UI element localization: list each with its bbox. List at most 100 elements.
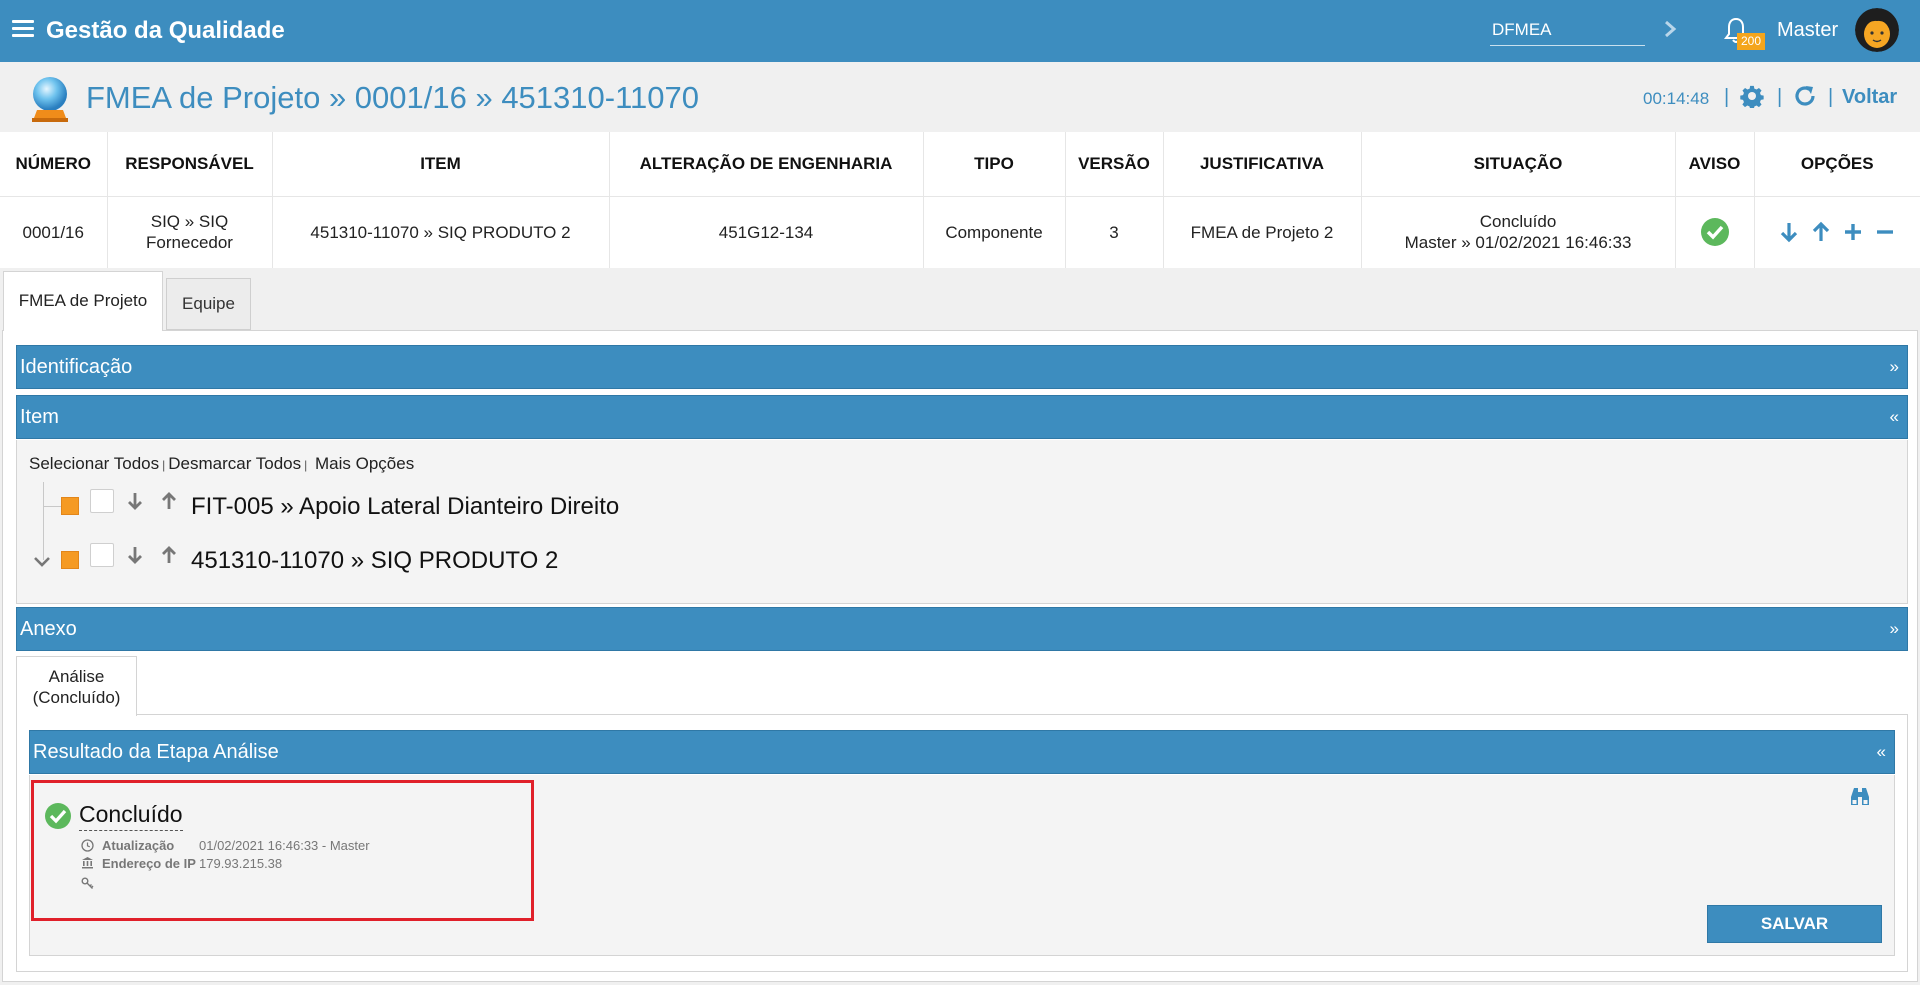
tab-fmea-de-projeto[interactable]: FMEA de Projeto xyxy=(3,271,163,331)
arrow-up-icon[interactable] xyxy=(1808,219,1834,245)
bank-icon xyxy=(82,857,93,869)
ip-value: 179.93.215.38 xyxy=(199,856,283,871)
column-header: ALTERAÇÃO DE ENGENHARIA xyxy=(609,132,924,197)
user-name[interactable]: Master xyxy=(1777,19,1838,42)
separator: | xyxy=(162,458,166,472)
app-title: Gestão da Qualidade xyxy=(46,17,285,44)
cell-tipo: Componente xyxy=(923,196,1066,268)
chevron-right-icon[interactable] xyxy=(1660,17,1680,41)
section-resultado[interactable]: Resultado da Etapa Análise « xyxy=(29,730,1895,774)
cell-aviso xyxy=(1675,196,1755,268)
arrow-down-icon[interactable] xyxy=(124,544,146,566)
hamburger-menu-icon[interactable] xyxy=(12,20,34,38)
clock-icon xyxy=(81,839,94,852)
responsavel-line: SIQ » SIQ xyxy=(150,212,229,232)
back-link[interactable]: Voltar xyxy=(1842,86,1897,109)
table-header-row: NÚMERO RESPONSÁVEL ITEM ALTERAÇÃO DE ENG… xyxy=(0,132,1920,197)
separator: | xyxy=(1828,86,1834,108)
section-title: Item xyxy=(20,406,59,428)
table-row: 0001/16 SIQ » SIQ Fornecedor 451310-11070… xyxy=(0,196,1920,268)
fmea-info-table: NÚMERO RESPONSÁVEL ITEM ALTERAÇÃO DE ENG… xyxy=(0,132,1920,268)
minus-icon[interactable] xyxy=(1872,219,1898,245)
update-value: 01/02/2021 16:46:33 - Master xyxy=(199,838,370,853)
cell-opcoes xyxy=(1754,196,1920,268)
section-item[interactable]: Item « xyxy=(16,395,1908,439)
collapse-icon[interactable]: « xyxy=(1877,731,1886,773)
section-anexo[interactable]: Anexo » xyxy=(16,607,1908,651)
tree-item-checkbox[interactable] xyxy=(90,543,114,567)
section-title: Resultado da Etapa Análise xyxy=(33,741,279,763)
page-header: FMEA de Projeto » 0001/16 » 451310-11070… xyxy=(0,62,1920,132)
item-actions: Selecionar Todos | Desmarcar Todos | Mais O… xyxy=(29,454,414,474)
plus-icon[interactable] xyxy=(1840,219,1866,245)
cell-alteracao: 451G12-134 xyxy=(609,196,924,268)
deselect-all-link[interactable]: Desmarcar Todos xyxy=(168,454,301,473)
column-header: JUSTIFICATIVA xyxy=(1163,132,1362,197)
arrow-down-icon[interactable] xyxy=(124,490,146,512)
collapse-icon[interactable]: « xyxy=(1890,396,1899,438)
select-all-link[interactable]: Selecionar Todos xyxy=(29,454,159,473)
chevron-down-icon[interactable] xyxy=(32,555,52,569)
status-text[interactable]: Concluído xyxy=(79,801,183,831)
tab-label: (Concluído) xyxy=(32,688,121,707)
ip-label-text: Endereço de IP xyxy=(102,856,196,871)
cell-situacao: Concluído Master » 01/02/2021 16:46:33 xyxy=(1361,196,1676,268)
tree-connector xyxy=(43,506,61,507)
separator: | xyxy=(1724,86,1730,108)
session-timer: 00:14:48 xyxy=(1643,89,1710,108)
column-header: TIPO xyxy=(923,132,1066,197)
notification-badge: 200 xyxy=(1737,33,1765,50)
separator: | xyxy=(1777,86,1783,108)
binoculars-icon[interactable] xyxy=(1848,785,1872,807)
cell-responsavel: SIQ » SIQ Fornecedor xyxy=(107,196,273,268)
refresh-icon[interactable] xyxy=(1793,84,1817,108)
column-header: SITUAÇÃO xyxy=(1361,132,1676,197)
ip-label: Endereço de IP xyxy=(102,856,196,871)
section-identificacao[interactable]: Identificação » xyxy=(16,345,1908,389)
cell-numero: 0001/16 xyxy=(0,196,108,268)
column-header: ITEM xyxy=(272,132,610,197)
key-icon xyxy=(81,877,94,889)
responsavel-line: Fornecedor xyxy=(146,233,233,253)
tree-node-icon xyxy=(61,551,79,569)
expand-icon[interactable]: » xyxy=(1890,346,1899,388)
column-header: OPÇÕES xyxy=(1754,132,1920,197)
more-options-link[interactable]: Mais Opções xyxy=(315,454,414,473)
arrow-up-icon[interactable] xyxy=(158,490,180,512)
tree-node-icon xyxy=(61,497,79,515)
arrow-down-icon[interactable] xyxy=(1776,219,1802,245)
expand-icon[interactable]: » xyxy=(1890,608,1899,650)
tree-item-checkbox[interactable] xyxy=(90,489,114,513)
update-label-text: Atualização xyxy=(102,838,175,853)
situacao-status: Concluído xyxy=(1479,212,1557,232)
column-header: RESPONSÁVEL xyxy=(107,132,273,197)
cell-item: 451310-11070 » SIQ PRODUTO 2 xyxy=(272,196,610,268)
tree-connector xyxy=(43,482,44,560)
update-label: Atualização xyxy=(102,838,174,853)
page-title: FMEA de Projeto » 0001/16 » 451310-11070 xyxy=(86,80,699,115)
column-header: AVISO xyxy=(1675,132,1755,197)
arrow-up-icon[interactable] xyxy=(158,544,180,566)
tree-item-label[interactable]: FIT-005 » Apoio Lateral Dianteiro Direit… xyxy=(191,493,619,521)
column-header: NÚMERO xyxy=(0,132,108,197)
gear-icon[interactable] xyxy=(1740,84,1764,108)
save-button[interactable]: SALVAR xyxy=(1707,905,1882,943)
section-title: Identificação xyxy=(20,356,133,378)
item-panel: Selecionar Todos | Desmarcar Todos | Mais O… xyxy=(16,440,1908,604)
situacao-detail: Master » 01/02/2021 16:46:33 xyxy=(1404,233,1632,253)
module-search-input[interactable] xyxy=(1490,14,1645,46)
tab-equipe[interactable]: Equipe xyxy=(166,278,251,330)
tab-label: Análise xyxy=(48,667,105,686)
check-circle-icon xyxy=(1700,218,1729,247)
avatar[interactable] xyxy=(1855,8,1899,52)
separator: | xyxy=(304,458,308,472)
crystal-ball-icon xyxy=(32,77,68,122)
check-circle-icon xyxy=(45,803,71,829)
tree-item-label[interactable]: 451310-11070 » SIQ PRODUTO 2 xyxy=(191,547,558,575)
tab-analise[interactable]: Análise (Concluído) xyxy=(16,656,137,716)
top-bar: Gestão da Qualidade 200 Master xyxy=(0,0,1920,62)
section-title: Anexo xyxy=(20,618,77,640)
cell-versao: 3 xyxy=(1065,196,1164,268)
column-header: VERSÃO xyxy=(1065,132,1164,197)
cell-justificativa: FMEA de Projeto 2 xyxy=(1163,196,1362,268)
